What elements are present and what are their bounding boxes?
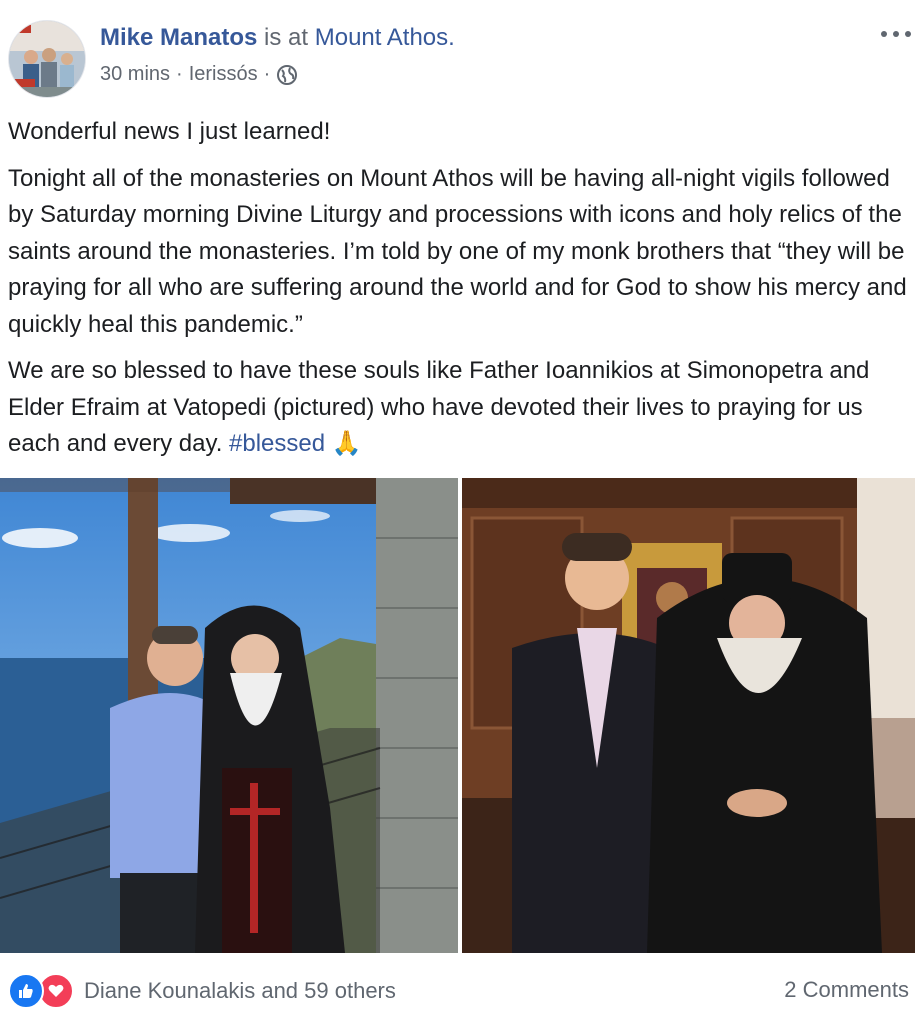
post-place[interactable]: Ierissós xyxy=(189,63,258,86)
paragraph-text: We are so blessed to have these souls li… xyxy=(8,357,870,457)
photo-balcony-monk[interactable] xyxy=(0,478,458,953)
post-paragraph: Wonderful news I just learned! xyxy=(8,118,331,145)
photo-grid xyxy=(0,478,915,953)
at-text: is at xyxy=(264,24,309,51)
post-paragraph: We are so blessed to have these souls li… xyxy=(8,353,913,463)
reaction-names[interactable]: Diane Kounalakis and 59 others xyxy=(84,978,396,1004)
author-name-link[interactable]: Mike Manatos xyxy=(100,24,257,51)
hashtag-link[interactable]: #blessed xyxy=(229,430,325,457)
meta-separator: · xyxy=(263,63,271,85)
post-timestamp[interactable]: 30 mins xyxy=(100,63,170,86)
meta-separator: · xyxy=(176,63,183,85)
post-footer: Diane Kounalakis and 59 others 2 Comment… xyxy=(0,965,915,1015)
author-avatar[interactable] xyxy=(8,20,86,98)
comments-count-link[interactable]: 2 Comments xyxy=(784,977,909,1003)
photo-elder-icon-room[interactable] xyxy=(462,478,915,953)
post-body: Wonderful news I just learned! Tonight a… xyxy=(8,114,913,473)
location-link[interactable]: Mount Athos. xyxy=(315,24,455,51)
more-options-icon[interactable] xyxy=(881,22,911,46)
globe-icon[interactable] xyxy=(276,64,298,86)
post-meta: 30 mins · Ierissós · xyxy=(100,63,298,86)
post-header: Mike Manatos is at Mount Athos. 30 mins … xyxy=(0,0,915,110)
like-icon xyxy=(8,973,44,1009)
praying-hands-emoji: 🙏 xyxy=(331,430,362,457)
author-line: Mike Manatos is at Mount Athos. xyxy=(100,24,455,52)
post-paragraph: Tonight all of the monasteries on Mount … xyxy=(8,164,907,338)
reactions-summary[interactable]: Diane Kounalakis and 59 others xyxy=(8,973,396,1009)
